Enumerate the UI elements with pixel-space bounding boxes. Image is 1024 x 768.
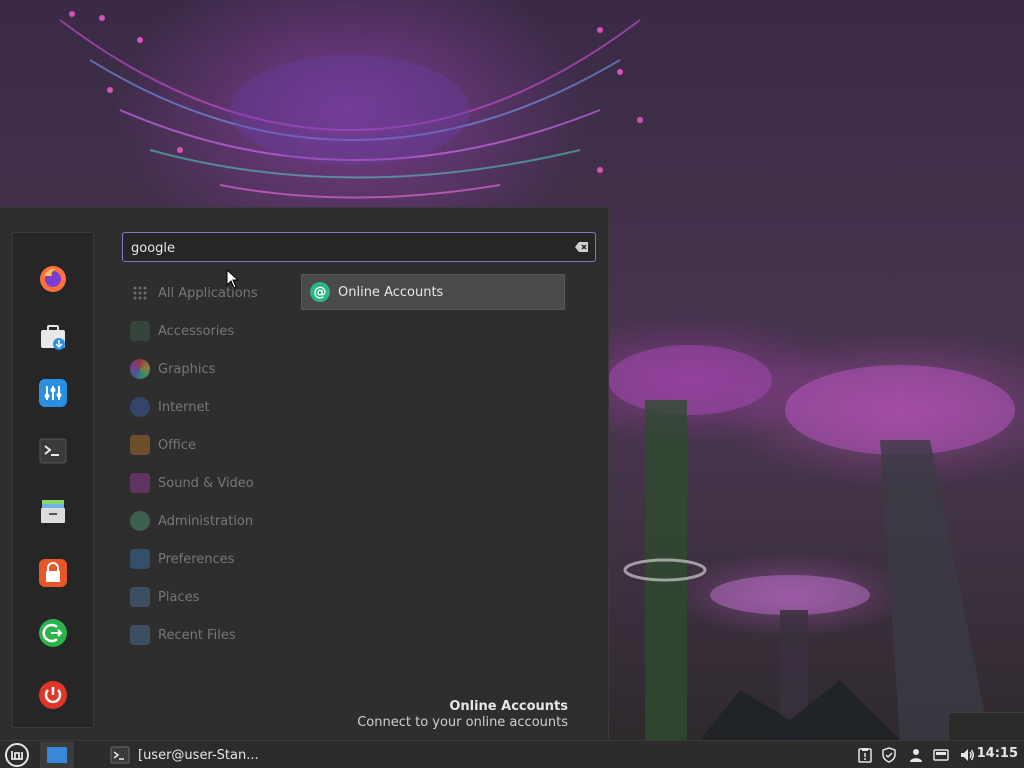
- category-label: Internet: [158, 399, 210, 415]
- logout-icon: [39, 619, 67, 647]
- user-icon[interactable]: [908, 747, 924, 763]
- category-label: All Applications: [158, 285, 258, 301]
- lock-icon: [39, 559, 67, 587]
- accessories-icon: [130, 321, 150, 341]
- preferences-icon: [130, 549, 150, 569]
- office-icon: [130, 435, 150, 455]
- category-label: Graphics: [158, 361, 216, 377]
- category-label: Preferences: [158, 551, 235, 567]
- description-text: Connect to your online accounts: [357, 715, 568, 730]
- show-desktop-icon: [47, 747, 67, 763]
- category-internet[interactable]: Internet: [130, 395, 210, 419]
- desktop-corner-widget: [948, 712, 1024, 741]
- clear-search-icon[interactable]: [575, 241, 589, 253]
- volume-icon[interactable]: [959, 747, 975, 763]
- logout-button[interactable]: [37, 617, 69, 649]
- bottom-panel: [user@user-Stan... 14:15: [0, 740, 1024, 768]
- description-title: Online Accounts: [449, 699, 568, 714]
- clipboard-icon[interactable]: [857, 747, 873, 763]
- category-label: Sound & Video: [158, 475, 254, 491]
- settings-icon: [39, 379, 67, 407]
- firefox-button[interactable]: [37, 263, 69, 295]
- shutdown-button[interactable]: [37, 679, 69, 711]
- taskbar-terminal-window[interactable]: [user@user-Stan...: [110, 742, 270, 768]
- lock-screen-button[interactable]: [37, 557, 69, 589]
- category-graphics[interactable]: Graphics: [130, 357, 215, 381]
- category-label: Office: [158, 437, 196, 453]
- shield-icon[interactable]: [881, 747, 897, 763]
- category-office[interactable]: Office: [130, 433, 196, 457]
- search-input[interactable]: [131, 238, 561, 258]
- files-button[interactable]: [37, 495, 69, 527]
- clock[interactable]: 14:15: [977, 746, 1018, 761]
- category-places[interactable]: Places: [130, 585, 199, 609]
- category-preferences[interactable]: Preferences: [130, 547, 234, 571]
- terminal-icon: [39, 438, 67, 464]
- taskbar-window-label: [user@user-Stan...: [138, 747, 259, 763]
- show-desktop-button[interactable]: [40, 742, 74, 768]
- internet-icon: [130, 397, 150, 417]
- settings-button[interactable]: [37, 377, 69, 409]
- category-label: Administration: [158, 513, 254, 529]
- category-label: Recent Files: [158, 627, 236, 643]
- places-icon: [130, 587, 150, 607]
- result-label: Online Accounts: [338, 284, 444, 300]
- online-accounts-icon: @: [310, 282, 330, 302]
- favorites-sidebar: [12, 232, 94, 728]
- menu-button[interactable]: [4, 742, 30, 768]
- files-icon: [41, 500, 65, 523]
- graphics-icon: [130, 359, 150, 379]
- category-recent-files[interactable]: Recent Files: [130, 623, 236, 647]
- terminal-button[interactable]: [37, 435, 69, 467]
- application-menu: All Applications Accessories Graphics In…: [0, 207, 609, 741]
- network-icon[interactable]: [933, 747, 949, 763]
- search-result-online-accounts[interactable]: @ Online Accounts: [301, 274, 565, 310]
- recent-files-icon: [130, 625, 150, 645]
- search-box[interactable]: [122, 232, 596, 262]
- category-administration[interactable]: Administration: [130, 509, 253, 533]
- category-label: Places: [158, 589, 200, 605]
- terminal-icon: [110, 746, 130, 764]
- software-manager-button[interactable]: [37, 321, 69, 353]
- sound-video-icon: [130, 473, 150, 493]
- administration-icon: [130, 511, 150, 531]
- category-label: Accessories: [158, 323, 235, 339]
- grid-icon: [130, 283, 150, 303]
- mouse-cursor-icon: [226, 269, 238, 289]
- mint-logo-icon: [5, 743, 29, 767]
- category-accessories[interactable]: Accessories: [130, 319, 234, 343]
- category-all-applications[interactable]: All Applications: [130, 281, 258, 305]
- category-sound-video[interactable]: Sound & Video: [130, 471, 254, 495]
- power-icon: [39, 681, 67, 709]
- firefox-icon: [40, 266, 66, 292]
- software-manager-icon: [41, 325, 65, 350]
